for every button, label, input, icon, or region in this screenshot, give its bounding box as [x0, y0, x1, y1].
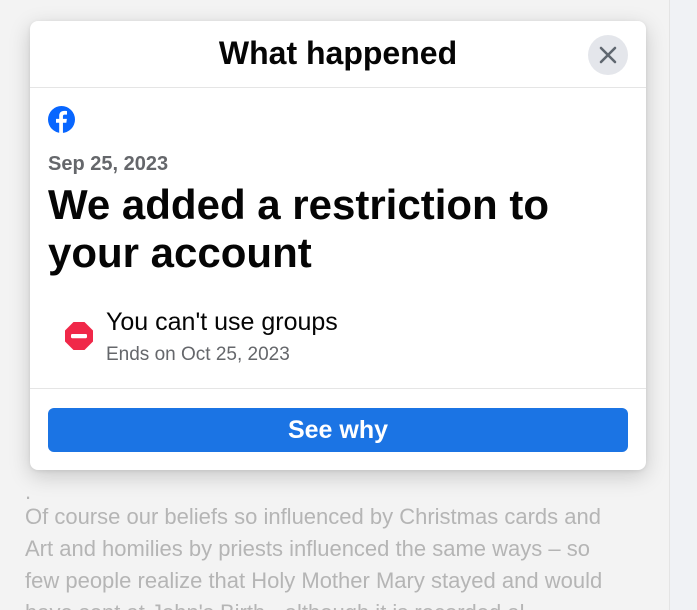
see-why-button[interactable]: See why — [48, 408, 628, 452]
dialog-title: What happened — [218, 35, 458, 71]
what-happened-dialog: What happened Sep 25, 2023 We added a re… — [30, 21, 646, 470]
background-text-line: few people realize that Holy Mother Mary… — [25, 568, 603, 593]
no-entry-icon — [65, 322, 93, 350]
footer-divider — [30, 388, 646, 389]
restriction-title: You can't use groups — [106, 308, 338, 336]
facebook-logo-icon — [48, 106, 75, 133]
background-text-line: have sent at John's Birth - although it … — [25, 597, 524, 610]
close-icon — [599, 46, 617, 64]
restriction-date: Sep 25, 2023 — [48, 153, 169, 175]
background-text-line: Of course our beliefs so influenced by C… — [25, 504, 601, 529]
close-button[interactable] — [588, 35, 628, 75]
background-text-line: Art and homilies by priests influenced t… — [25, 536, 590, 561]
restriction-end-date: Ends on Oct 25, 2023 — [106, 344, 290, 365]
restriction-headline: We added a restriction to your account — [48, 181, 549, 276]
dialog-header: What happened — [30, 21, 646, 88]
